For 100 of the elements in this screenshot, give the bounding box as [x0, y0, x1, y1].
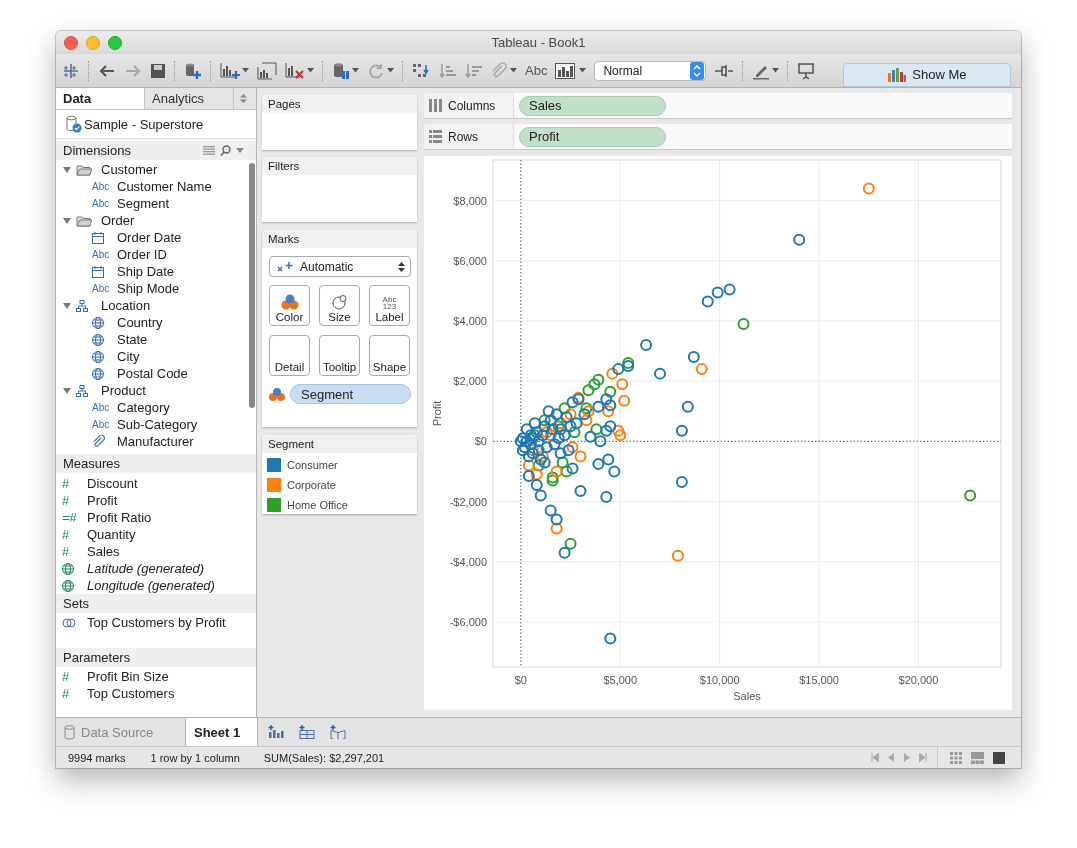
- duplicate-sheet-icon[interactable]: [257, 61, 277, 80]
- data-point[interactable]: [606, 367, 619, 380]
- data-point[interactable]: [566, 462, 579, 475]
- data-point[interactable]: [570, 417, 583, 430]
- data-point[interactable]: [604, 385, 617, 398]
- legend-label[interactable]: Corporate: [287, 479, 336, 491]
- field-item[interactable]: Latitude (generated): [87, 561, 205, 576]
- data-point[interactable]: [560, 465, 573, 478]
- field-item[interactable]: Ship Mode: [117, 281, 180, 296]
- data-point[interactable]: [681, 400, 694, 413]
- caret-icon[interactable]: [387, 68, 394, 73]
- field-item[interactable]: Location: [101, 298, 151, 313]
- data-point[interactable]: [964, 489, 977, 502]
- field-item[interactable]: Top Customers by Profit: [87, 615, 226, 630]
- data-point[interactable]: [544, 504, 557, 517]
- new-worksheet-icon[interactable]: [220, 61, 240, 80]
- field-item[interactable]: Quantity: [87, 527, 136, 542]
- field-item[interactable]: Order ID: [117, 247, 167, 262]
- data-point[interactable]: [528, 417, 541, 430]
- data-point[interactable]: [544, 414, 557, 427]
- data-point[interactable]: [600, 424, 613, 437]
- collapse-arrow-icon[interactable]: [62, 215, 72, 226]
- caret-icon[interactable]: [307, 68, 314, 73]
- data-point[interactable]: [558, 429, 571, 442]
- field-item[interactable]: Discount: [87, 476, 138, 491]
- data-point[interactable]: [671, 549, 684, 562]
- data-point[interactable]: [600, 491, 613, 503]
- data-point[interactable]: [604, 420, 617, 433]
- sheet-tab[interactable]: Sheet 1: [186, 718, 258, 746]
- field-item[interactable]: Customer: [101, 162, 158, 177]
- data-point[interactable]: [550, 513, 563, 526]
- field-item[interactable]: Category: [117, 400, 170, 415]
- mark-property-button[interactable]: Shape: [369, 335, 410, 376]
- field-item[interactable]: State: [117, 332, 148, 347]
- data-point[interactable]: [534, 489, 547, 502]
- stepper-icon[interactable]: [690, 61, 705, 80]
- database-icon[interactable]: [332, 61, 350, 80]
- data-point[interactable]: [584, 430, 597, 443]
- data-point[interactable]: [590, 423, 603, 436]
- field-item[interactable]: Top Customers: [87, 686, 175, 701]
- data-point[interactable]: [614, 429, 627, 442]
- data-point[interactable]: [558, 402, 571, 415]
- data-point[interactable]: [538, 456, 551, 469]
- field-item[interactable]: Customer Name: [117, 179, 212, 194]
- caret-icon[interactable]: [242, 68, 249, 73]
- data-point[interactable]: [640, 339, 653, 352]
- data-point[interactable]: [550, 408, 563, 421]
- field-item[interactable]: Profit Bin Size: [87, 669, 169, 684]
- data-point[interactable]: [522, 459, 535, 472]
- data-point[interactable]: [520, 423, 533, 436]
- back-arrow-icon[interactable]: [98, 62, 116, 79]
- scrollbar[interactable]: [249, 163, 255, 408]
- data-point[interactable]: [544, 429, 557, 442]
- data-point[interactable]: [600, 393, 613, 406]
- collapse-arrow-icon[interactable]: [62, 385, 72, 396]
- data-point[interactable]: [532, 459, 545, 472]
- add-database-icon[interactable]: [184, 61, 202, 80]
- data-point[interactable]: [540, 426, 553, 439]
- data-point[interactable]: [522, 450, 535, 463]
- data-point[interactable]: [540, 441, 553, 454]
- data-point[interactable]: [675, 475, 688, 488]
- data-point[interactable]: [564, 408, 577, 421]
- data-point[interactable]: [562, 444, 575, 457]
- data-point[interactable]: [536, 429, 549, 442]
- data-point[interactable]: [564, 537, 577, 550]
- field-item[interactable]: Ship Date: [117, 264, 175, 279]
- field-item[interactable]: Postal Code: [117, 366, 188, 381]
- data-point[interactable]: [612, 363, 625, 376]
- data-point[interactable]: [560, 411, 573, 424]
- data-point[interactable]: [723, 283, 736, 296]
- mark-type-dropdown[interactable]: Automatic: [269, 256, 411, 277]
- data-point[interactable]: [532, 435, 545, 448]
- caret-icon[interactable]: [236, 148, 244, 153]
- legend-label[interactable]: Home Office: [287, 499, 348, 511]
- data-point[interactable]: [524, 438, 537, 451]
- data-point[interactable]: [793, 233, 806, 246]
- show-me-button[interactable]: Show Me: [843, 62, 1012, 87]
- data-point[interactable]: [602, 453, 615, 466]
- caret-icon[interactable]: [510, 68, 517, 73]
- data-point[interactable]: [554, 447, 567, 460]
- data-source-name[interactable]: Sample - Superstore: [84, 116, 204, 132]
- data-point[interactable]: [592, 457, 605, 470]
- data-point[interactable]: [588, 378, 601, 391]
- collapse-arrow-icon[interactable]: [62, 300, 72, 311]
- data-point[interactable]: [618, 394, 631, 407]
- stepper-icon[interactable]: [240, 94, 247, 103]
- pin-icon[interactable]: [714, 62, 735, 79]
- data-point[interactable]: [737, 318, 750, 330]
- fit-dropdown[interactable]: Normal: [594, 60, 707, 81]
- legend-label[interactable]: Consumer: [287, 459, 338, 471]
- data-point[interactable]: [558, 546, 571, 559]
- mark-property-button[interactable]: Color: [269, 285, 310, 326]
- data-point[interactable]: [550, 465, 563, 478]
- data-point[interactable]: [582, 384, 595, 397]
- data-point[interactable]: [564, 420, 577, 433]
- data-point[interactable]: [542, 405, 555, 418]
- data-point[interactable]: [612, 424, 625, 437]
- data-point[interactable]: [701, 295, 714, 308]
- data-point[interactable]: [675, 424, 688, 437]
- data-point[interactable]: [532, 444, 545, 457]
